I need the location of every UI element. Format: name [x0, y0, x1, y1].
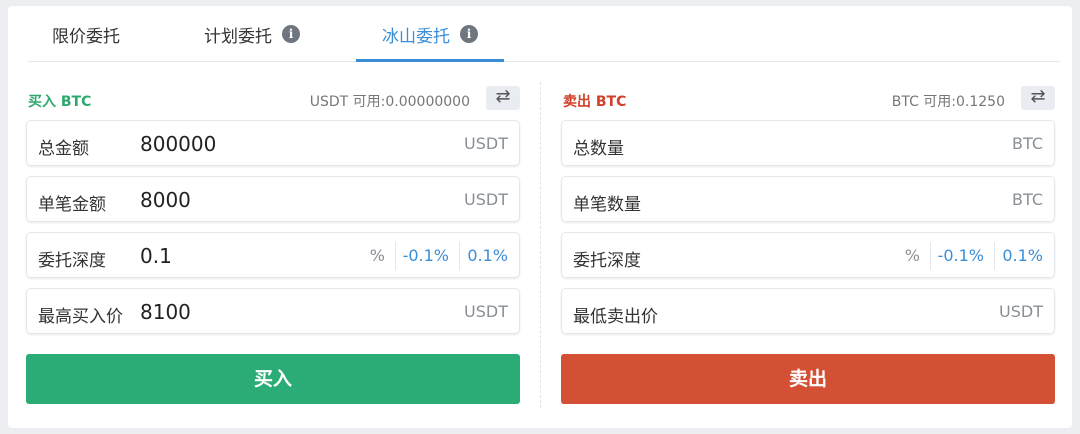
field-value[interactable]: 8000 — [140, 188, 191, 212]
buy-single-amount-field[interactable]: 单笔金额 8000 USDT — [26, 176, 520, 222]
sell-min-price-field[interactable]: 最低卖出价 USDT — [561, 288, 1055, 334]
buy-depth-field[interactable]: 委托深度 0.1 % -0.1% 0.1% — [26, 232, 520, 278]
sell-depth-field[interactable]: 委托深度 % -0.1% 0.1% — [561, 232, 1055, 278]
sell-available-balance: BTC 可用:0.1250 — [891, 94, 1005, 110]
field-value[interactable]: 800000 — [140, 132, 216, 156]
sell-title: 卖出 BTC — [563, 94, 627, 110]
tab-plan-order[interactable]: 计划委托 i — [204, 6, 300, 62]
tab-label: 冰山委托 — [382, 26, 450, 47]
field-unit: USDT — [999, 302, 1043, 321]
field-label: 单笔数量 — [573, 195, 641, 215]
separator — [395, 242, 396, 270]
field-value[interactable]: 8100 — [140, 300, 191, 324]
field-label: 最低卖出价 — [573, 307, 658, 327]
swap-icon[interactable]: ⇄ — [486, 86, 520, 110]
field-label: 单笔金额 — [38, 195, 106, 215]
field-label: 委托深度 — [573, 251, 641, 271]
swap-icon[interactable]: ⇄ — [1021, 86, 1055, 110]
separator — [459, 242, 460, 270]
tab-iceberg-order[interactable]: 冰山委托 i — [382, 6, 478, 62]
separator — [930, 242, 931, 270]
depth-increase-button[interactable]: 0.1% — [1002, 246, 1043, 265]
buy-header: 买入 BTC USDT 可用:0.00000000 ⇄ — [26, 86, 520, 110]
field-label: 总数量 — [573, 139, 624, 159]
info-icon[interactable]: i — [460, 25, 478, 43]
buy-max-price-field[interactable]: 最高买入价 8100 USDT — [26, 288, 520, 334]
buy-available-balance: USDT 可用:0.00000000 — [309, 94, 470, 110]
field-label: 总金额 — [38, 139, 89, 159]
field-unit: % — [369, 246, 385, 265]
tab-label: 计划委托 — [204, 26, 272, 47]
field-unit: BTC — [1012, 190, 1043, 209]
buy-total-amount-field[interactable]: 总金额 800000 USDT — [26, 120, 520, 166]
field-unit: USDT — [464, 134, 508, 153]
field-label: 最高买入价 — [38, 307, 123, 327]
field-label: 委托深度 — [38, 251, 106, 271]
field-unit: USDT — [464, 190, 508, 209]
tab-limit-order[interactable]: 限价委托 — [52, 6, 120, 62]
sell-single-quantity-field[interactable]: 单笔数量 BTC — [561, 176, 1055, 222]
sell-header: 卖出 BTC BTC 可用:0.1250 ⇄ — [561, 86, 1055, 110]
sell-panel: 卖出 BTC BTC 可用:0.1250 ⇄ 总数量 BTC 单笔数量 BTC … — [561, 62, 1055, 407]
field-unit: BTC — [1012, 134, 1043, 153]
sell-total-quantity-field[interactable]: 总数量 BTC — [561, 120, 1055, 166]
depth-increase-button[interactable]: 0.1% — [467, 246, 508, 265]
info-icon[interactable]: i — [282, 25, 300, 43]
order-type-tabs: 限价委托 计划委托 i 冰山委托 i — [28, 6, 1060, 62]
buy-panel: 买入 BTC USDT 可用:0.00000000 ⇄ 总金额 800000 U… — [26, 62, 520, 407]
depth-decrease-button[interactable]: -0.1% — [403, 246, 449, 265]
panel-divider — [540, 82, 541, 408]
depth-decrease-button[interactable]: -0.1% — [938, 246, 984, 265]
buy-title: 买入 BTC — [28, 94, 92, 110]
tab-label: 限价委托 — [52, 26, 120, 47]
field-unit: % — [904, 246, 920, 265]
order-card: 限价委托 计划委托 i 冰山委托 i 买入 BTC USDT 可用:0.0000… — [8, 6, 1072, 428]
separator — [994, 242, 995, 270]
field-value[interactable]: 0.1 — [140, 244, 172, 268]
buy-button[interactable]: 买入 — [26, 354, 520, 404]
field-unit: USDT — [464, 302, 508, 321]
sell-button[interactable]: 卖出 — [561, 354, 1055, 404]
